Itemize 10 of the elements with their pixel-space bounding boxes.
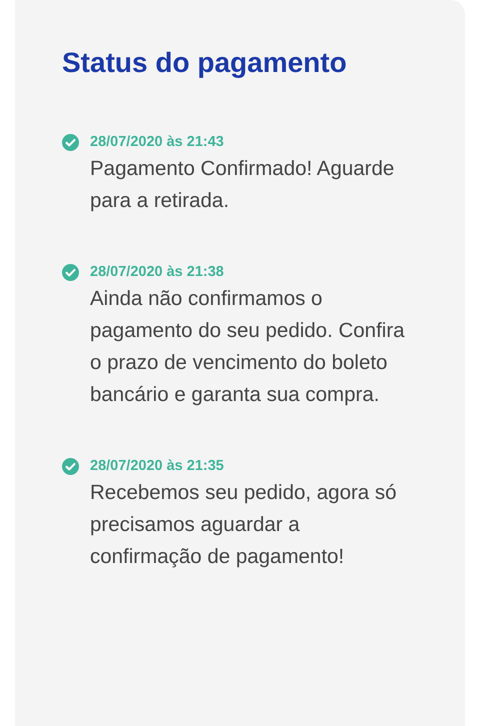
event-date: 28/07/2020 às 21:38 xyxy=(90,264,224,280)
event-description: Recebemos seu pedido, agora só precisamos aguardar a confirmação de pagamento! xyxy=(90,480,398,570)
event-description: Ainda não confirmamos o pagamento do seu pedido. Confira o prazo de vencimento do boleto bancário e garanta sua compra. xyxy=(90,286,406,408)
event-description: Pagamento Confirmado! Aguarde para a retirada. xyxy=(90,156,396,214)
event-date: 28/07/2020 às 21:35 xyxy=(90,458,224,474)
section-title: Status do pagamento xyxy=(62,46,348,80)
event-date: 28/07/2020 às 21:43 xyxy=(90,134,224,150)
check-circle-icon xyxy=(62,264,79,280)
check-circle-icon xyxy=(62,134,79,150)
check-circle-icon xyxy=(62,458,79,474)
